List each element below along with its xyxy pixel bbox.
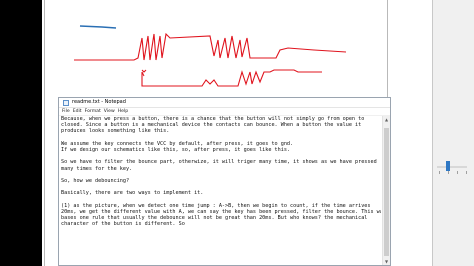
text-line: character of the button is different. So	[61, 221, 185, 228]
text-line: So we have to filter the bounce part, ot…	[61, 159, 377, 166]
menu-view[interactable]: View	[104, 108, 115, 115]
window-title: readme.txt - Notepad	[72, 99, 126, 105]
scroll-up-icon[interactable]: ▲	[383, 116, 390, 123]
notepad-window[interactable]: readme.txt - Notepad File Edit Format Vi…	[58, 97, 391, 266]
scroll-down-icon[interactable]: ▼	[383, 258, 390, 265]
vertical-scrollbar[interactable]: ▲ ▼	[382, 116, 390, 265]
slider-tick	[466, 171, 467, 174]
title-bar[interactable]: readme.txt - Notepad	[59, 98, 390, 108]
bounce-waveform-lower	[141, 69, 322, 87]
notepad-icon	[63, 99, 69, 106]
menu-edit[interactable]: Edit	[73, 108, 82, 115]
menu-help[interactable]: Help	[118, 108, 128, 115]
text-line: (1) as the picture, when we detect one t…	[61, 202, 371, 209]
blue-pen-stroke	[79, 25, 117, 29]
menu-file[interactable]: File	[62, 108, 70, 115]
slider-tick	[457, 171, 458, 174]
text-editor[interactable]: Because, when we press a button, there i…	[61, 116, 381, 263]
menu-bar: File Edit Format View Help	[59, 108, 390, 116]
zoom-slider-track[interactable]	[437, 166, 467, 168]
side-panel	[432, 0, 474, 266]
slider-tick	[439, 171, 440, 174]
scrollbar-thumb[interactable]	[384, 128, 389, 256]
bounce-waveform-upper	[74, 32, 347, 61]
slider-tick	[448, 171, 449, 174]
zoom-slider-handle[interactable]	[446, 161, 450, 171]
menu-format[interactable]: Format	[85, 108, 101, 115]
